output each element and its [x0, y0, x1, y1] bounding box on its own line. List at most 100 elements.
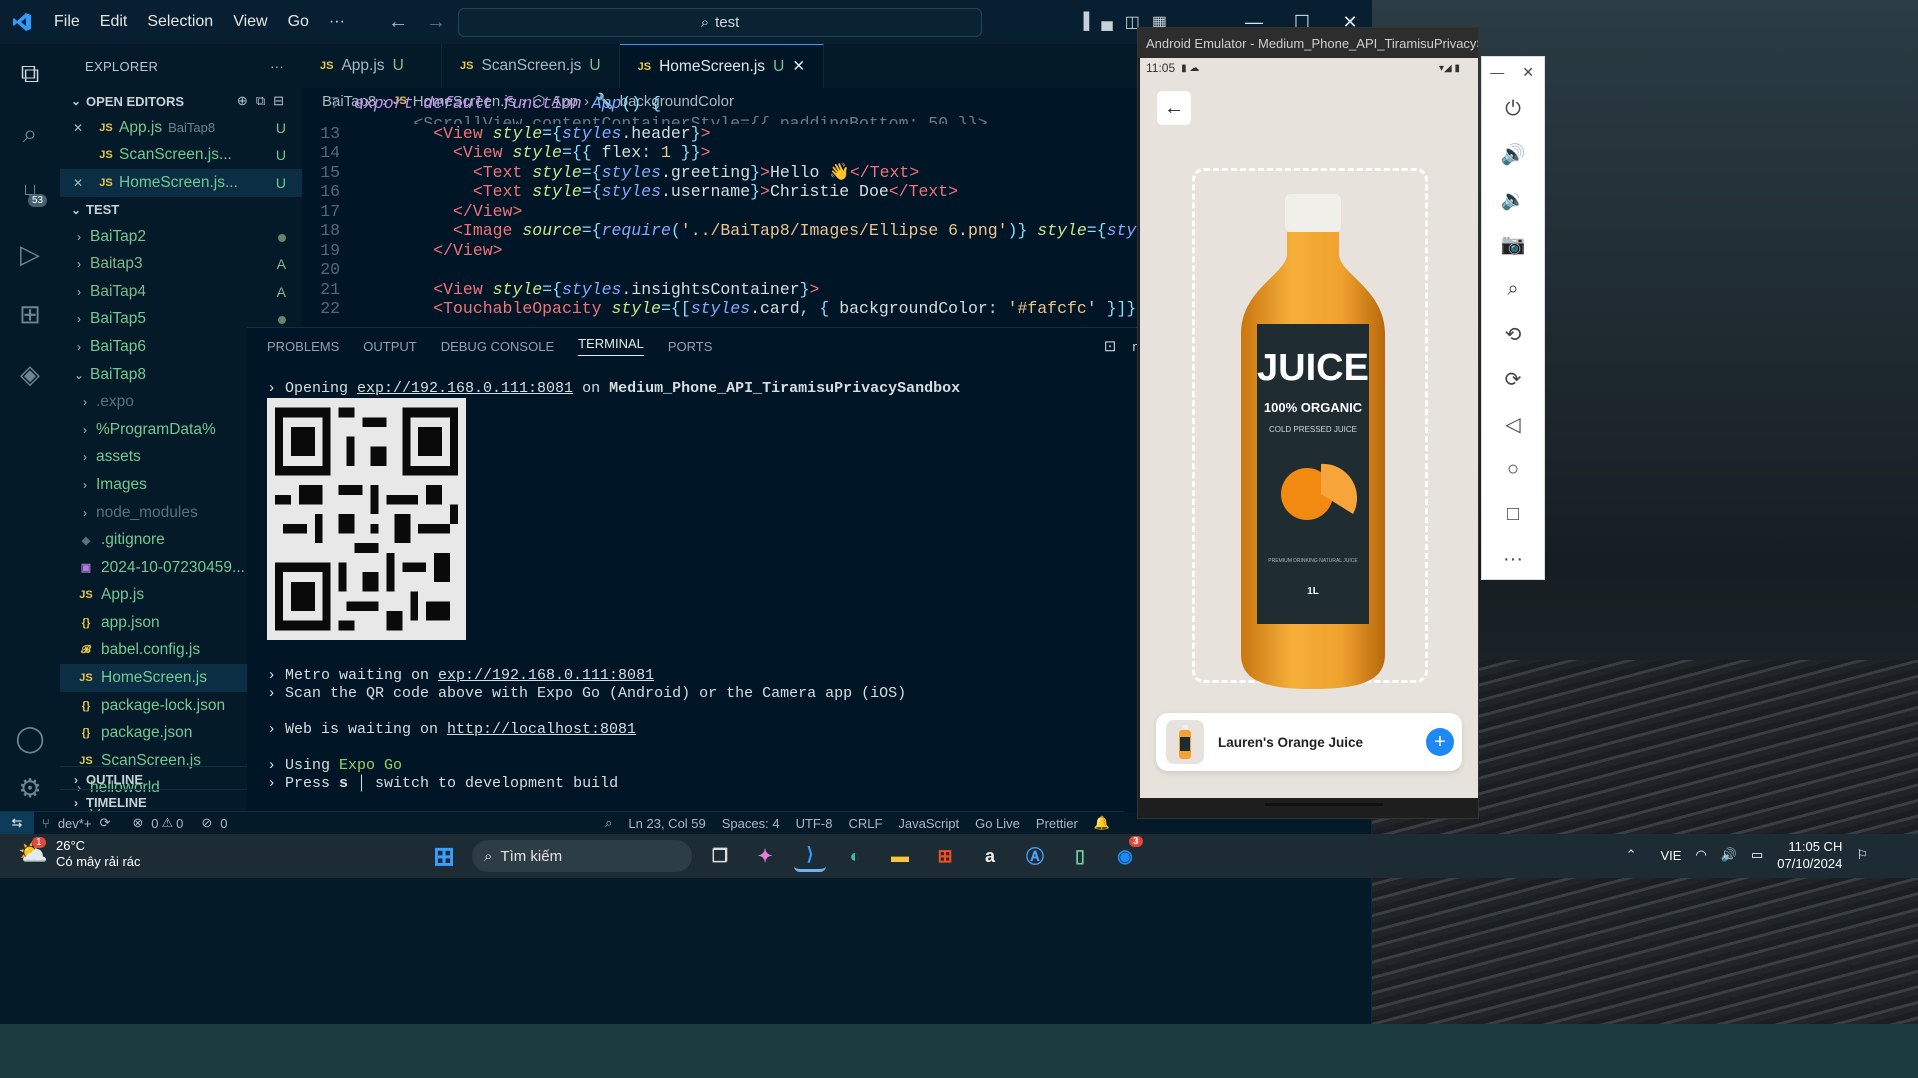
chevron-up-icon[interactable]: ⌃	[1626, 847, 1637, 863]
add-product-button[interactable]: +	[1426, 728, 1454, 756]
toggle-primary-sidebar-icon[interactable]: ▐	[1078, 13, 1089, 31]
run-debug-icon[interactable]: ▷	[0, 224, 60, 284]
menu-file[interactable]: File	[44, 0, 90, 44]
encoding[interactable]: UTF-8	[788, 816, 841, 831]
rotate-right-icon[interactable]: ⟳	[1482, 357, 1544, 402]
volume-icon[interactable]: 🔊	[1721, 847, 1737, 863]
volume-down-icon[interactable]: 🔉	[1482, 177, 1544, 222]
vscode-taskbar-icon[interactable]: ⟩	[794, 840, 826, 872]
language-mode[interactable]: JavaScript	[890, 816, 967, 831]
file-explorer-icon[interactable]: ▬	[884, 840, 916, 872]
command-center-search[interactable]: ⌕ test	[458, 8, 982, 37]
phone-screen[interactable]: 11:05 ▮ ☁ ▾◢ ▮ ← JUICE 100% ORGANIC COLD…	[1140, 58, 1478, 806]
tab-status: U	[589, 57, 601, 74]
language-indicator[interactable]: VIE	[1660, 848, 1681, 863]
volume-up-icon[interactable]: 🔊	[1482, 132, 1544, 177]
toggle-panel-icon[interactable]: ▄	[1101, 13, 1112, 31]
open-editors-actions-icon[interactable]: ⊕⧉⊟	[237, 93, 292, 109]
menu-view[interactable]: View	[223, 0, 277, 44]
remote-icon[interactable]: ⇆	[0, 811, 34, 835]
web-url-link[interactable]: http://localhost:8081	[447, 721, 636, 738]
notification-icon[interactable]: ⚐	[1856, 847, 1868, 863]
tree-folder[interactable]: › Baitap3 A	[60, 250, 302, 278]
menu-more[interactable]: ···	[319, 0, 355, 44]
weather-widget[interactable]: ⛅ 1 26°C Có mây rải rác	[18, 837, 141, 870]
open-editor-item[interactable]: JS ScanScreen.js... U	[60, 142, 302, 170]
more-actions-icon[interactable]: ···	[270, 59, 284, 74]
copilot-icon[interactable]: ✦	[749, 840, 781, 872]
menu-selection[interactable]: Selection	[137, 0, 223, 44]
tree-folder[interactable]: › BaiTap2	[60, 223, 302, 251]
tab-ports[interactable]: PORTS	[668, 339, 713, 354]
amazon-icon[interactable]: a	[974, 840, 1006, 872]
open-editor-item[interactable]: ✕ JS App.js BaiTap8 U	[60, 114, 302, 142]
notification-bell-icon[interactable]: 🔔	[1086, 815, 1124, 831]
ports-icon[interactable]: ⊘	[183, 815, 220, 831]
forward-arrow-icon[interactable]: →	[426, 11, 446, 34]
prettier[interactable]: Prettier	[1028, 816, 1086, 831]
warning-icon[interactable]: ⚠	[158, 815, 176, 831]
tree-item-label: babel.config.js	[101, 641, 201, 659]
task-view-icon[interactable]: ❐	[704, 840, 736, 872]
tab-output[interactable]: OUTPUT	[363, 339, 416, 354]
indentation[interactable]: Spaces: 4	[714, 816, 788, 831]
tree-folder[interactable]: › BaiTap4 A	[60, 278, 302, 306]
battery-icon[interactable]: ▭	[1751, 847, 1763, 863]
clock[interactable]: 11:05 CH 07/10/2024	[1777, 838, 1842, 872]
rotate-left-icon[interactable]: ⟲	[1482, 312, 1544, 357]
python-icon[interactable]: ◈	[0, 344, 60, 404]
microsoft-store-icon[interactable]: ⊞	[929, 840, 961, 872]
menu-go[interactable]: Go	[278, 0, 319, 44]
close-icon[interactable]: ✕	[1522, 64, 1534, 81]
emulator-taskbar-icon[interactable]: ▯	[1064, 840, 1096, 872]
metro-url-link[interactable]: exp://192.168.0.111:8081	[438, 667, 654, 684]
vscode-logo-icon[interactable]	[0, 0, 44, 44]
app-store-icon[interactable]: Ⓐ	[1019, 840, 1051, 872]
back-arrow-icon[interactable]: ←	[1157, 91, 1191, 125]
home-indicator[interactable]	[1265, 803, 1383, 806]
home-circle-icon[interactable]: ○	[1482, 447, 1544, 492]
zalo-icon[interactable]: ◉ 3	[1109, 836, 1143, 872]
error-icon[interactable]: ⊗	[118, 815, 151, 831]
camera-icon[interactable]: 📷	[1482, 222, 1544, 267]
settings-gear-icon[interactable]: ⚙	[0, 758, 60, 818]
explorer-icon[interactable]: ⧉	[0, 44, 60, 104]
git-branch[interactable]: dev*+	[58, 816, 92, 831]
tab-app-js[interactable]: JS App.js U	[302, 44, 442, 88]
menu-edit[interactable]: Edit	[90, 0, 138, 44]
workspace-section[interactable]: ⌄ TEST	[60, 197, 302, 223]
wifi-icon[interactable]: ◠	[1695, 847, 1706, 863]
zoom-icon[interactable]: ⌕	[597, 815, 620, 831]
minimize-icon[interactable]: —	[1490, 64, 1504, 80]
close-icon[interactable]: ✕	[60, 121, 96, 135]
js-file-icon: JS	[460, 60, 474, 72]
expo-url-link[interactable]: exp://192.168.0.111:8081	[357, 380, 573, 397]
extensions-icon[interactable]: ⊞	[0, 284, 60, 344]
zoom-icon[interactable]: ⌕	[1482, 267, 1544, 312]
more-options-icon[interactable]: ···	[1482, 537, 1544, 582]
tab-homescreen-js[interactable]: JS HomeScreen.js U ✕	[619, 44, 825, 88]
close-icon[interactable]: ✕	[60, 176, 96, 190]
tab-scanscreen-js[interactable]: JS ScanScreen.js U	[442, 44, 620, 88]
line-ending[interactable]: CRLF	[840, 816, 890, 831]
source-control-icon[interactable]: ⑂ 53	[0, 164, 60, 224]
taskbar-search[interactable]: ⌕ Tìm kiếm	[472, 840, 692, 872]
search-icon[interactable]: ⌕	[0, 104, 60, 164]
power-icon[interactable]: ⏻	[1482, 87, 1544, 132]
overview-square-icon[interactable]: □	[1482, 492, 1544, 537]
go-live[interactable]: Go Live	[967, 816, 1028, 831]
open-editors-section[interactable]: ⌄ OPEN EDITORS ⊕⧉⊟	[60, 88, 302, 114]
edge-icon[interactable]: ◐	[839, 840, 871, 872]
tab-debug-console[interactable]: DEBUG CONSOLE	[441, 339, 554, 354]
back-arrow-icon[interactable]: ←	[388, 11, 408, 34]
cursor-position[interactable]: Ln 23, Col 59	[620, 816, 713, 831]
tab-close-icon[interactable]: ✕	[792, 57, 805, 76]
windows-start-icon[interactable]: ⊞	[428, 840, 460, 872]
tab-terminal[interactable]: TERMINAL	[578, 336, 644, 356]
tab-problems[interactable]: PROBLEMS	[267, 339, 339, 354]
sync-icon[interactable]: ⟳	[91, 815, 118, 831]
open-editor-label: App.js	[119, 118, 163, 136]
back-triangle-icon[interactable]: ◁	[1482, 402, 1544, 447]
open-editor-item[interactable]: ✕ JS HomeScreen.js... U	[60, 169, 302, 197]
product-card[interactable]: Lauren's Orange Juice +	[1156, 713, 1462, 771]
